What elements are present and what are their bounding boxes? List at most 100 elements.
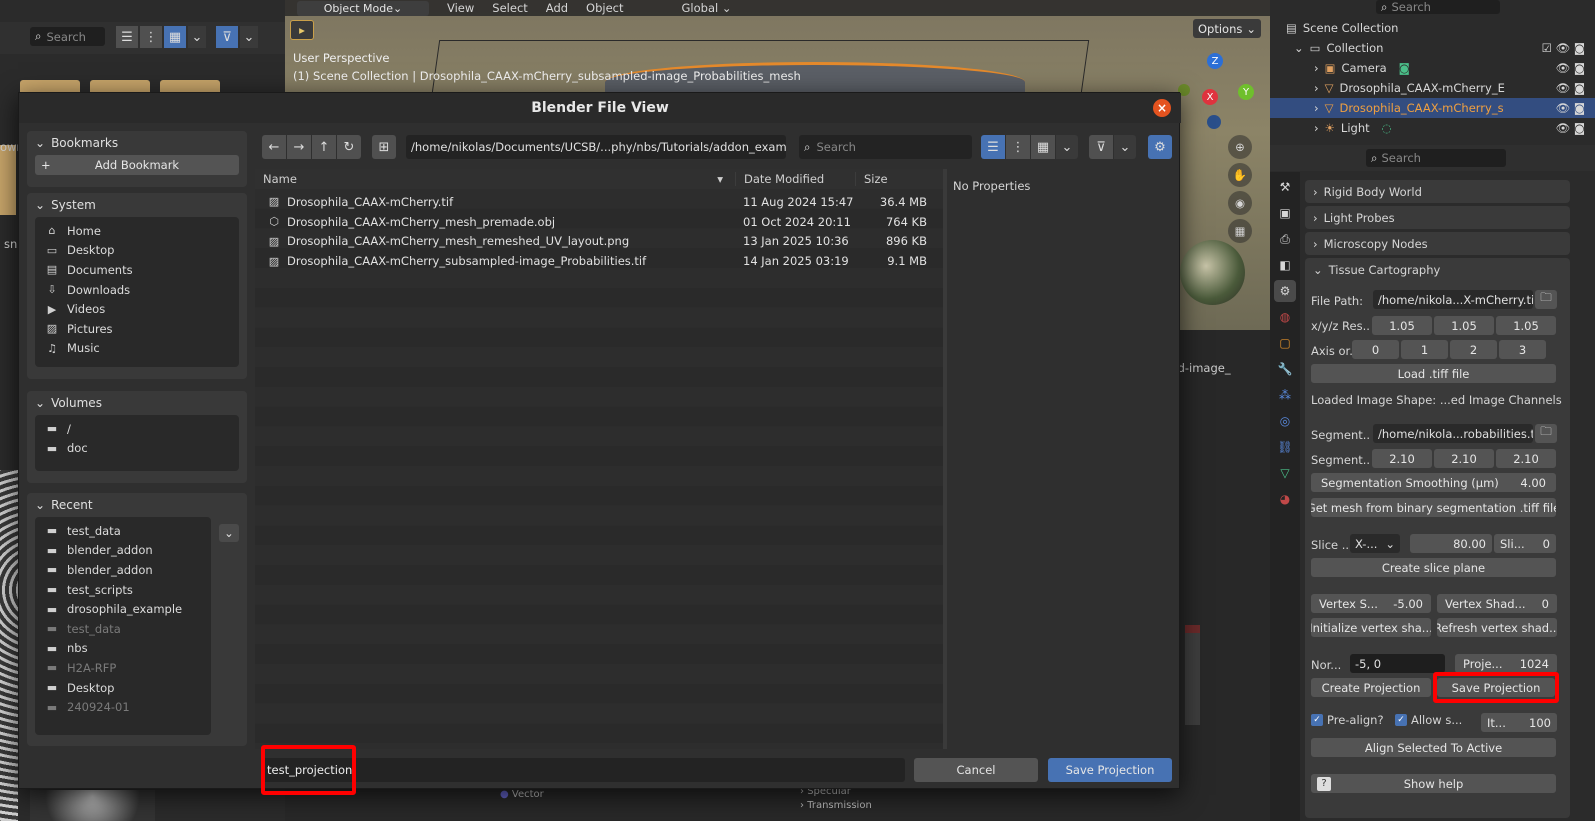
bookmarks-header[interactable]: ⌄ Bookmarks	[27, 131, 247, 155]
zoom-icon[interactable]: ⊕	[1228, 135, 1252, 159]
close-icon[interactable]: ×	[1153, 99, 1171, 117]
render-icon[interactable]: ▣	[1274, 202, 1296, 224]
chevron-down-icon[interactable]: ⌄	[1114, 135, 1136, 159]
iterations-field[interactable]: It... 100	[1481, 713, 1557, 732]
recent-item[interactable]: ▬ nbs	[35, 639, 211, 659]
outliner-item-camera[interactable]: › ▣ Camera ◙ 👁 ◙	[1270, 58, 1595, 78]
dialog-title-bar[interactable]: Blender File View	[19, 93, 1181, 123]
seg-res-x-field[interactable]: 2.10	[1372, 449, 1432, 468]
res-y-field[interactable]: 1.05	[1434, 316, 1494, 335]
create-projection-button[interactable]: Create Projection	[1311, 678, 1431, 697]
gizmo-z-axis[interactable]: Z	[1207, 53, 1223, 69]
output-icon[interactable]: ⎙	[1274, 228, 1296, 250]
column-name-header[interactable]: Name ▾	[255, 172, 735, 186]
outliner-scene-collection[interactable]: ▤ Scene Collection	[1270, 18, 1595, 38]
parent-directory-icon[interactable]: ↑	[312, 135, 336, 159]
list-view-icon[interactable]: ☰	[116, 26, 138, 48]
node-frame[interactable]	[1185, 625, 1200, 725]
recent-item-missing[interactable]: ▬ test_data	[35, 619, 211, 639]
thumbnails-icon[interactable]: ▦	[1031, 135, 1055, 159]
properties-search-field[interactable]: ⌕ Search	[1366, 149, 1506, 167]
material-icon[interactable]: ◕	[1274, 488, 1296, 510]
outliner-item-mesh-e[interactable]: › ▽ Drosophila_CAAX-mCherry_E 👁 ◙	[1270, 78, 1595, 98]
file-row[interactable]: ▨ Drosophila_CAAX-mCherry_mesh_remeshed_U…	[255, 232, 943, 252]
outliner-item-mesh-s-selected[interactable]: › ▽ Drosophila_CAAX-mCherry_s 👁 ◙	[1270, 98, 1595, 118]
chevron-down-icon[interactable]: ⌄	[1056, 135, 1078, 159]
thumbnail-grid-icon[interactable]: ▦	[164, 26, 186, 48]
segmentation-path-field[interactable]: /home/nikola...robabilities.tif	[1373, 424, 1533, 443]
left-search-field[interactable]: ⌕ Search	[30, 27, 105, 46]
slice-axis-dropdown[interactable]: X-... ⌄	[1350, 534, 1400, 553]
recent-header[interactable]: ⌄ Recent	[27, 493, 247, 517]
new-folder-icon[interactable]: ⊞	[372, 135, 396, 159]
add-menu[interactable]: Add	[546, 1, 568, 15]
save-projection-confirm-button[interactable]: Save Projection	[1048, 758, 1172, 782]
object-icon[interactable]: ▢	[1274, 332, 1296, 354]
system-item-desktop[interactable]: ▭ Desktop	[35, 241, 239, 261]
outliner-collection[interactable]: ⌄ ▭ Collection ☑ 👁 ◙	[1270, 38, 1595, 58]
select-tool-icon[interactable]: ▸	[290, 20, 314, 40]
volume-item-doc[interactable]: ▬ doc	[35, 439, 239, 459]
visibility-icon[interactable]: 👁 ◙	[1556, 61, 1585, 75]
show-help-button[interactable]: ? Show help	[1311, 774, 1556, 793]
view-menu[interactable]: View	[447, 1, 474, 15]
normal-offsets-field[interactable]: -5, 0	[1350, 654, 1445, 673]
list-vertical-icon[interactable]: ☰	[981, 135, 1005, 159]
world-icon[interactable]: ◍	[1274, 306, 1296, 328]
recent-item[interactable]: ▬ test_scripts	[35, 580, 211, 600]
filter-icon[interactable]: ⊽	[1089, 135, 1113, 159]
system-item-videos[interactable]: ▶ Videos	[35, 299, 239, 319]
allow-scale-checkbox[interactable]: ✓ Allow s...	[1395, 713, 1462, 727]
options-dropdown[interactable]: Options ⌄	[1193, 19, 1261, 38]
file-row[interactable]: ▨ Drosophila_CAAX-mCherry.tif 11 Aug 2024 …	[255, 192, 943, 212]
select-menu[interactable]: Select	[492, 1, 527, 15]
cancel-button[interactable]: Cancel	[914, 758, 1038, 782]
gizmo-x-axis[interactable]: X	[1202, 89, 1218, 105]
folder-browse-icon[interactable]: 🗀	[1535, 290, 1557, 309]
transform-orientation-dropdown[interactable]: Global ⌄	[682, 1, 732, 15]
system-header[interactable]: ⌄ System	[27, 193, 247, 217]
seg-res-y-field[interactable]: 2.10	[1434, 449, 1494, 468]
axis-3-button[interactable]: 3	[1499, 340, 1546, 359]
axis-1-button[interactable]: 1	[1401, 340, 1448, 359]
volumes-header[interactable]: ⌄ Volumes	[27, 391, 247, 415]
recent-item[interactable]: ▬ drosophila_example	[35, 599, 211, 619]
vertex-shade-field[interactable]: Vertex Shad... 0	[1437, 594, 1557, 613]
axis-0-button[interactable]: 0	[1352, 340, 1399, 359]
outliner-search-field[interactable]: ⌕ Search	[1376, 0, 1500, 14]
constraints-icon[interactable]: ⛓	[1274, 436, 1296, 458]
res-z-field[interactable]: 1.05	[1496, 316, 1556, 335]
object-menu[interactable]: Object	[586, 1, 623, 15]
visibility-icon[interactable]: 👁 ◙	[1556, 121, 1585, 135]
list-horizontal-icon[interactable]: ⋮	[1006, 135, 1030, 159]
back-icon[interactable]: ←	[262, 135, 286, 159]
create-slice-plane-button[interactable]: Create slice plane	[1311, 558, 1556, 577]
directory-path-field[interactable]: /home/nikolas/Documents/UCSB/...phy/nbs/…	[406, 135, 786, 159]
align-selected-to-active-button[interactable]: Align Selected To Active	[1311, 738, 1556, 757]
seg-res-z-field[interactable]: 2.10	[1496, 449, 1556, 468]
chevron-down-icon[interactable]: ⌄	[188, 26, 206, 48]
column-date-header[interactable]: Date Modified	[735, 172, 855, 186]
grid-icon[interactable]: ▦	[1228, 219, 1252, 243]
gizmo-y-axis[interactable]: Y	[1238, 84, 1254, 100]
visibility-icon[interactable]: 👁 ◙	[1556, 101, 1585, 115]
file-row[interactable]: ▨ Drosophila_CAAX-mCherry_subsampled-imag…	[255, 251, 943, 271]
physics-icon[interactable]: ◎	[1274, 410, 1296, 432]
wrench-icon[interactable]: 🔧	[1274, 358, 1296, 380]
folder-thumbnail[interactable]	[0, 145, 16, 215]
tool-icon[interactable]: ⚒	[1274, 176, 1296, 198]
file-path-field[interactable]: /home/nikola...X-mCherry.tif	[1373, 290, 1533, 309]
thumbnail-small-icon[interactable]: ⋮	[140, 26, 162, 48]
add-bookmark-button[interactable]: + Add Bookmark	[35, 155, 239, 175]
hand-pan-icon[interactable]: ✋	[1228, 163, 1252, 187]
system-item-documents[interactable]: ▤ Documents	[35, 260, 239, 280]
filename-input[interactable]: test_projection	[262, 758, 905, 782]
save-projection-button[interactable]: Save Projection	[1437, 678, 1555, 697]
segmentation-smoothing-field[interactable]: Segmentation Smoothing (µm) 4.00	[1311, 473, 1556, 492]
recent-item[interactable]: ▬ blender_addon	[35, 541, 211, 561]
file-list-scrollbar[interactable]	[943, 169, 947, 749]
checkbox-icon[interactable]: ☑ 👁 ◙	[1542, 41, 1585, 55]
res-x-field[interactable]: 1.05	[1372, 316, 1432, 335]
filter-icon[interactable]: ⊽	[216, 26, 238, 48]
section-microscopy-nodes[interactable]: › Microscopy Nodes	[1305, 232, 1570, 255]
